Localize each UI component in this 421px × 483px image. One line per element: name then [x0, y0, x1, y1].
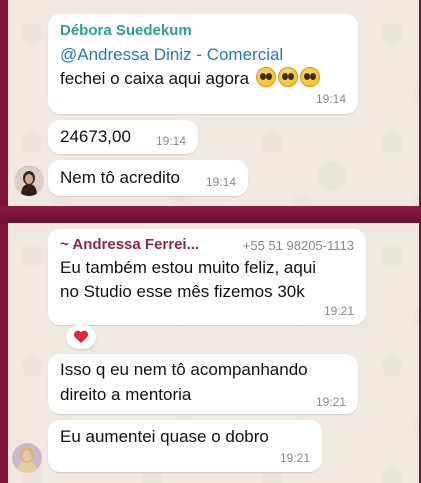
sender-phone: +55 51 98205-1113	[242, 238, 354, 253]
avatar-icon	[14, 166, 44, 196]
message-line-2: direito a mentoria	[60, 385, 192, 404]
message-line-1: Isso q eu nem tô acompanhando	[60, 360, 308, 379]
reaction-badge[interactable]	[66, 325, 96, 349]
avatar[interactable]	[12, 443, 42, 473]
message-time: 19:14	[315, 92, 346, 106]
message-bubble[interactable]: ~ Andressa Ferrei... +55 51 98205-1113 E…	[48, 229, 366, 325]
chat-panel-bottom: ~ Andressa Ferrei... +55 51 98205-1113 E…	[8, 223, 419, 483]
screenshot-divider	[0, 206, 421, 223]
message-time: 19:21	[279, 451, 310, 465]
message-bubble[interactable]: Isso q eu nem tô acompanhando direito a …	[48, 354, 358, 414]
message-bubble[interactable]: Débora Suedekum @Andressa Diniz - Comerc…	[48, 14, 358, 114]
message-text-content: fechei o caixa aqui agora	[60, 69, 250, 88]
message-time: 19:21	[323, 304, 354, 318]
message-bubble[interactable]: 24673,00 19:14	[48, 120, 198, 154]
sender-name: ~ Andressa Ferrei...	[60, 236, 200, 253]
message-text: fechei o caixa aqui agora	[60, 67, 320, 91]
message-time: 19:14	[155, 134, 186, 148]
message-bubble[interactable]: Nem tô acredito 19:14	[48, 160, 248, 196]
message-line-1: Eu também estou muito feliz, aqui	[60, 258, 317, 277]
chat-panel-top: Débora Suedekum @Andressa Diniz - Comerc…	[8, 0, 419, 206]
pleading-face-icon	[299, 67, 320, 87]
message-time: 19:14	[205, 175, 236, 189]
message-bubble[interactable]: Eu aumentei quase o dobro 19:21	[48, 420, 322, 472]
message-time: 19:21	[315, 395, 346, 409]
pleading-face-icon	[255, 67, 276, 87]
message-text: Nem tô acredito	[60, 168, 180, 187]
pleading-face-icon	[277, 67, 298, 87]
sender-name: Débora Suedekum	[60, 22, 192, 39]
avatar[interactable]	[14, 166, 44, 196]
message-text: Eu aumentei quase o dobro	[60, 427, 269, 446]
mention-link[interactable]: @Andressa Diniz - Comercial	[60, 43, 283, 67]
message-line-2: no Studio esse mês fizemos 30k	[60, 282, 305, 301]
avatar-icon	[12, 443, 42, 473]
message-text: 24673,00	[60, 127, 131, 146]
sender-line: ~ Andressa Ferrei... +55 51 98205-1113	[60, 236, 354, 254]
heart-icon	[73, 330, 89, 343]
